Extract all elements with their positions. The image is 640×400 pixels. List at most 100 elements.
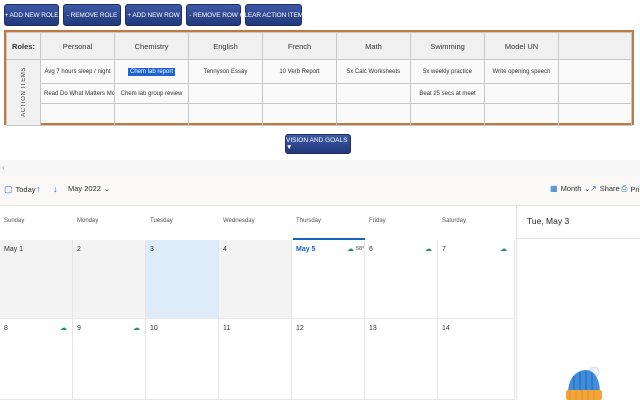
day-number: 12 xyxy=(296,325,304,332)
roles-header-row: Roles: Personal Chemistry English French… xyxy=(7,33,632,60)
month-label: May 2022 xyxy=(68,184,101,193)
day-cell[interactable]: 7 ☁ xyxy=(438,240,515,319)
roles-table: Roles: Personal Chemistry English French… xyxy=(6,32,632,126)
day-number: 13 xyxy=(369,325,377,332)
action-item-cell[interactable]: Write opening speech xyxy=(485,60,559,84)
calendar-view-icon: ▦ xyxy=(550,184,558,193)
scroll-left-icon[interactable]: ‹ xyxy=(2,163,5,172)
view-switcher[interactable]: ▦ Month ⌄ xyxy=(550,184,590,193)
action-item-cell[interactable]: Read Do What Matters Most xyxy=(41,84,115,104)
print-button[interactable]: ⎙ Print xyxy=(621,184,640,194)
action-item-cell[interactable]: 5x weekly practice xyxy=(411,60,485,84)
view-label: Month xyxy=(561,184,582,193)
role-header[interactable]: Chemistry xyxy=(115,33,189,60)
day-number: 6 xyxy=(369,246,373,253)
add-new-row-button[interactable]: + ADD NEW ROW xyxy=(125,4,182,26)
weekday-label: Thursday xyxy=(296,218,321,224)
today-label: Today xyxy=(16,185,36,194)
day-number: May 1 xyxy=(4,246,23,253)
chevron-down-icon: ⌄ xyxy=(104,185,110,193)
day-number: 11 xyxy=(223,325,230,332)
action-item-cell[interactable]: 10 Verb Report xyxy=(263,60,337,84)
month-grid: May 1 2 3 4 May 5 ☁ 58° 6 ☁ 7 ☁ 8 ☁ 9 ☁ … xyxy=(0,240,515,400)
selected-text[interactable]: Chem lab report xyxy=(128,68,175,76)
roles-table-container: Roles: Personal Chemistry English French… xyxy=(4,30,634,125)
day-cell[interactable]: 9 ☁ xyxy=(73,319,146,400)
weather-icon: ☁ xyxy=(425,245,432,253)
day-cell[interactable]: 2 xyxy=(73,240,146,319)
day-cell[interactable]: 4 xyxy=(219,240,292,319)
clear-action-items-button[interactable]: CLEAR ACTION ITEMS xyxy=(245,4,302,26)
action-item-cell[interactable] xyxy=(559,84,632,104)
role-header[interactable]: Personal xyxy=(41,33,115,60)
day-cell[interactable]: 6 ☁ xyxy=(365,240,438,319)
share-icon: ↗ xyxy=(590,184,597,193)
action-item-cell[interactable] xyxy=(263,84,337,104)
selected-date-title: Tue, May 3 xyxy=(527,216,569,226)
share-button[interactable]: ↗ Share xyxy=(590,184,620,193)
print-label: Print xyxy=(630,185,640,194)
previous-month-arrow-icon[interactable]: ↑ xyxy=(36,184,41,194)
role-header[interactable]: French xyxy=(263,33,337,60)
action-item-cell[interactable] xyxy=(115,104,189,126)
action-items-row: ACTION ITEMS Avg 7 hours sleep / night C… xyxy=(7,60,632,84)
calendar-header: ▢ Today ↑ ↓ May 2022 ⌄ ▦ Month ⌄ ↗ Share… xyxy=(0,176,640,206)
share-label: Share xyxy=(600,184,620,193)
action-item-cell[interactable] xyxy=(337,104,411,126)
action-item-cell[interactable]: Avg 7 hours sleep / night xyxy=(41,60,115,84)
month-picker[interactable]: May 2022 ⌄ xyxy=(68,184,110,193)
action-item-cell[interactable] xyxy=(559,60,632,84)
next-month-arrow-icon[interactable]: ↓ xyxy=(53,184,58,194)
vision-and-goals-button[interactable]: VISION AND GOALS ▼ xyxy=(285,134,351,154)
day-number: 9 xyxy=(77,325,81,332)
weekday-label: Tuesday xyxy=(150,218,173,224)
day-cell[interactable]: 13 xyxy=(365,319,438,400)
weather-icon: ☁ xyxy=(60,324,67,332)
today-button[interactable]: ▢ Today xyxy=(4,184,36,195)
roles-label: Roles: xyxy=(7,33,41,60)
action-item-cell[interactable]: Chem lab group review xyxy=(115,84,189,104)
role-header[interactable]: Math xyxy=(337,33,411,60)
day-cell[interactable]: 11 xyxy=(219,319,292,400)
action-item-cell[interactable]: Beat 25 secs at meet xyxy=(411,84,485,104)
action-items-row xyxy=(7,104,632,126)
action-item-cell[interactable] xyxy=(189,104,263,126)
horizontal-scroll-strip[interactable]: ‹ xyxy=(0,160,640,176)
action-item-cell[interactable] xyxy=(485,104,559,126)
weekday-label: Friday xyxy=(369,218,386,224)
day-cell[interactable]: May 1 xyxy=(0,240,73,319)
action-item-cell[interactable] xyxy=(263,104,337,126)
print-icon: ⎙ xyxy=(621,184,627,194)
action-item-cell[interactable] xyxy=(411,104,485,126)
action-item-cell[interactable] xyxy=(559,104,632,126)
action-item-cell[interactable]: Tennyson Essay xyxy=(189,60,263,84)
day-cell[interactable]: 10 xyxy=(146,319,219,400)
role-header[interactable] xyxy=(559,33,632,60)
role-header[interactable]: Swimming xyxy=(411,33,485,60)
weekday-label: Sunday xyxy=(4,218,24,224)
action-item-cell[interactable] xyxy=(41,104,115,126)
action-item-cell[interactable] xyxy=(337,84,411,104)
add-new-role-button[interactable]: + ADD NEW ROLE xyxy=(4,4,59,26)
day-cell[interactable]: 8 ☁ xyxy=(0,319,73,400)
remove-role-button[interactable]: - REMOVE ROLE xyxy=(63,4,121,26)
panel-divider xyxy=(517,238,640,239)
action-item-cell[interactable]: 5x Calc Worksheets xyxy=(337,60,411,84)
day-cell-today[interactable]: May 5 ☁ 58° xyxy=(292,240,365,319)
role-header[interactable]: Model UN xyxy=(485,33,559,60)
day-number: 7 xyxy=(442,246,446,253)
remove-row-button[interactable]: - REMOVE ROW xyxy=(186,4,241,26)
action-item-cell[interactable] xyxy=(485,84,559,104)
day-number: 2 xyxy=(77,246,81,253)
weather-icon: ☁ xyxy=(500,245,507,253)
day-cell[interactable]: 14 xyxy=(438,319,515,400)
day-number: 4 xyxy=(223,246,227,253)
role-header[interactable]: English xyxy=(189,33,263,60)
action-item-cell[interactable] xyxy=(189,84,263,104)
weekday-header: Sunday Monday Tuesday Wednesday Thursday… xyxy=(0,218,515,232)
weekday-label: Saturday xyxy=(442,218,466,224)
day-cell[interactable]: 12 xyxy=(292,319,365,400)
action-item-cell[interactable]: Chem lab report xyxy=(115,60,189,84)
day-cell-selected[interactable]: 3 xyxy=(146,240,219,319)
day-number: 10 xyxy=(150,325,158,332)
